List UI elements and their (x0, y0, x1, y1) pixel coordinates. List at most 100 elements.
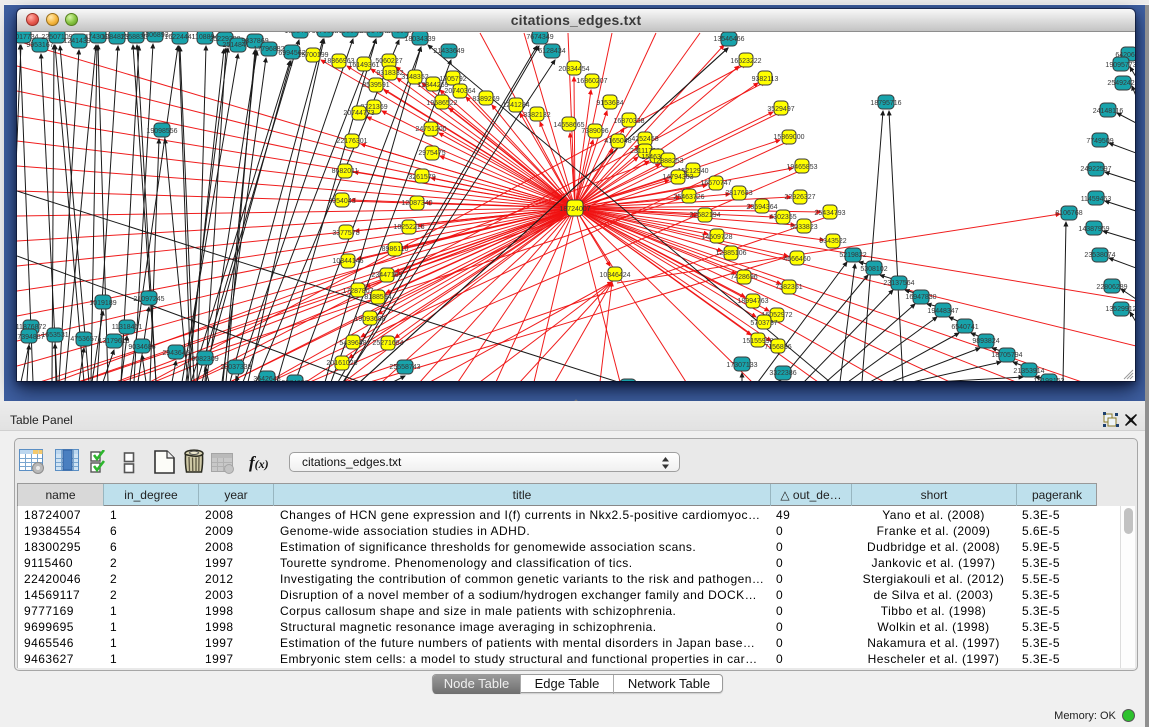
svg-text:19095773: 19095773 (1105, 62, 1135, 69)
svg-text:7428696: 7428696 (730, 274, 757, 281)
svg-text:10344146: 10344146 (332, 258, 363, 265)
svg-text:25558743: 25558743 (389, 364, 420, 371)
svg-text:12888253: 12888253 (652, 158, 683, 165)
svg-text:20037339: 20037339 (220, 364, 251, 371)
svg-text:15198153: 15198153 (1033, 378, 1064, 381)
svg-text:6540741: 6540741 (951, 324, 978, 331)
svg-text:8986110: 8986110 (382, 246, 409, 253)
svg-text:18705794: 18705794 (991, 352, 1022, 359)
svg-text:19465853: 19465853 (786, 164, 817, 171)
svg-text:5219822: 5219822 (839, 252, 866, 259)
svg-text:7389096: 7389096 (581, 128, 608, 135)
svg-text:24751200: 24751200 (415, 126, 446, 133)
svg-text:3529497: 3529497 (767, 106, 794, 113)
svg-text:22682194: 22682194 (689, 212, 720, 219)
svg-text:23137564: 23137564 (883, 280, 914, 287)
svg-text:15869000: 15869000 (773, 134, 804, 141)
svg-text:14509728: 14509728 (701, 234, 732, 241)
svg-text:4666460: 4666460 (783, 256, 810, 263)
svg-text:23594364: 23594364 (746, 204, 777, 211)
svg-text:2817683: 2817683 (725, 190, 752, 197)
svg-text:9318332: 9318332 (376, 70, 403, 77)
svg-text:7674349: 7674349 (526, 34, 553, 41)
svg-text:14387959: 14387959 (1078, 226, 1109, 233)
svg-text:5439648: 5439648 (339, 340, 366, 347)
svg-text:21433649: 21433649 (433, 48, 464, 55)
svg-text:3148352: 3148352 (401, 74, 428, 81)
svg-text:7749509: 7749509 (1086, 138, 1113, 145)
svg-text:16947830: 16947830 (905, 294, 936, 301)
svg-text:8682011: 8682011 (332, 168, 359, 175)
svg-text:1705792: 1705792 (439, 76, 466, 83)
svg-text:5060227: 5060227 (375, 58, 402, 65)
svg-text:21353914: 21353914 (1013, 368, 1044, 375)
svg-text:22806289: 22806289 (1096, 284, 1127, 291)
svg-text:24922597: 24922597 (1080, 166, 1111, 173)
svg-text:8539591: 8539591 (362, 82, 389, 89)
svg-text:5703737: 5703737 (750, 320, 777, 327)
svg-text:13529912: 13529912 (1105, 306, 1135, 313)
svg-text:21097245: 21097245 (133, 296, 164, 303)
svg-text:18724007: 18724007 (559, 206, 590, 213)
svg-text:20334454: 20334454 (558, 66, 589, 73)
svg-text:25271684: 25271684 (372, 340, 403, 347)
svg-text:22926327: 22926327 (784, 194, 815, 201)
svg-text:8188594: 8188594 (364, 294, 391, 301)
svg-text:4753657: 4753657 (70, 336, 97, 343)
svg-text:25434793: 25434793 (814, 210, 845, 217)
svg-text:3033823: 3033823 (790, 224, 817, 231)
svg-text:20161026: 20161026 (326, 360, 357, 367)
svg-text:7156836: 7156836 (764, 344, 791, 351)
svg-text:20744773: 20744773 (343, 110, 374, 117)
svg-text:18994763: 18994763 (737, 298, 768, 305)
svg-text:22176301: 22176301 (336, 138, 367, 145)
svg-text:13546466: 13546466 (713, 36, 744, 43)
svg-text:11459463: 11459463 (1081, 196, 1112, 203)
svg-text:3382132: 3382132 (523, 112, 550, 119)
svg-text:9953167: 9953167 (26, 42, 53, 49)
svg-text:25492422: 25492422 (1107, 80, 1135, 87)
svg-text:4165048: 4165048 (604, 138, 631, 145)
svg-text:16523222: 16523222 (730, 58, 761, 65)
svg-text:18252216: 18252216 (393, 224, 424, 231)
svg-text:23538074: 23538074 (1084, 252, 1115, 259)
svg-text:7382351: 7382351 (775, 284, 802, 291)
svg-text:14794303: 14794303 (662, 174, 693, 181)
svg-text:9343522: 9343522 (819, 238, 846, 245)
svg-text:14658665: 14658665 (553, 122, 584, 129)
svg-text:3642648: 3642648 (253, 376, 280, 381)
svg-text:10346424: 10346424 (599, 272, 630, 279)
svg-text:3322386: 3322386 (769, 370, 796, 377)
svg-text:23447169: 23447169 (371, 272, 402, 279)
svg-text:19098556: 19098556 (146, 128, 177, 135)
svg-text:1653531: 1653531 (41, 332, 68, 339)
svg-text:16860207: 16860207 (576, 78, 607, 85)
svg-text:5308102: 5308102 (860, 266, 887, 273)
svg-text:12087340: 12087340 (401, 200, 432, 207)
svg-text:1019189: 1019189 (89, 300, 116, 307)
svg-text:17307133: 17307133 (726, 362, 757, 369)
svg-text:4302355: 4302355 (769, 214, 796, 221)
svg-text:18034339: 18034339 (404, 36, 435, 43)
svg-text:16870338: 16870338 (613, 118, 644, 125)
svg-text:24148116: 24148116 (1093, 108, 1124, 115)
svg-text:4252458: 4252458 (631, 136, 658, 143)
svg-text:9153634: 9153634 (596, 100, 623, 107)
svg-text:22439587: 22439587 (384, 32, 415, 35)
svg-text:3377578: 3377578 (332, 230, 359, 237)
svg-text:19586522: 19586522 (426, 100, 457, 107)
svg-text:1241284: 1241284 (502, 102, 529, 109)
svg-text:20740364: 20740364 (444, 88, 475, 95)
svg-text:9382113: 9382113 (752, 76, 779, 83)
svg-text:19093688: 19093688 (354, 316, 385, 323)
svg-text:18795716: 18795716 (870, 100, 901, 107)
svg-text:3874052: 3874052 (281, 380, 308, 381)
svg-text:8389269: 8389269 (472, 96, 499, 103)
svg-text:9082309: 9082309 (191, 356, 218, 363)
svg-text:16670747: 16670747 (700, 180, 731, 187)
svg-text:8106768: 8106768 (1055, 210, 1082, 217)
svg-text:9893824: 9893824 (972, 338, 999, 345)
svg-text:2054043: 2054043 (328, 198, 355, 205)
svg-text:3261579: 3261579 (408, 174, 435, 181)
svg-text:9034686: 9034686 (128, 344, 155, 351)
